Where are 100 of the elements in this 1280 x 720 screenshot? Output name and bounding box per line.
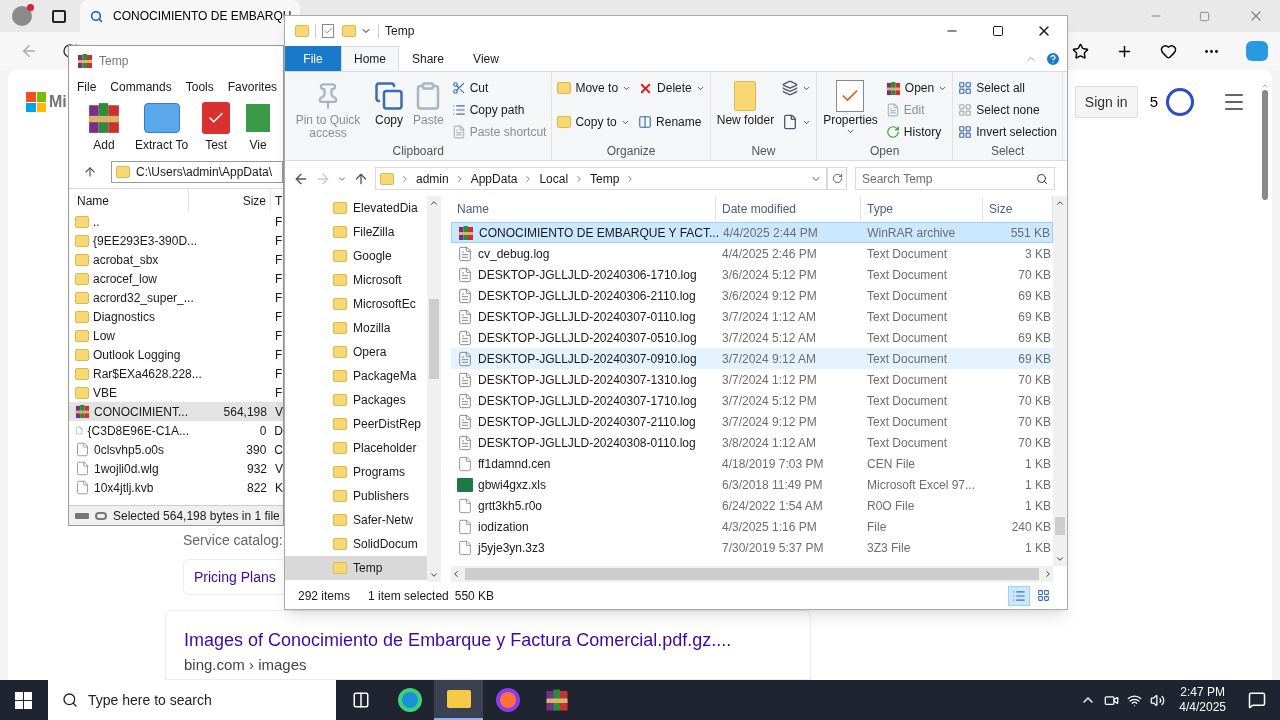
scrollbar-thumb[interactable] bbox=[1055, 517, 1065, 535]
volume-icon[interactable] bbox=[1150, 692, 1166, 708]
archive-row[interactable]: Outlook Logging F bbox=[69, 345, 283, 364]
clock[interactable]: 2:47 PM 4/4/2025 bbox=[1175, 685, 1230, 715]
archive-row[interactable]: 0clsvhp5.o0s 390 C bbox=[69, 440, 283, 459]
archive-row[interactable]: .. F bbox=[69, 212, 283, 231]
file-explorer-button[interactable] bbox=[434, 680, 483, 720]
toolbar-button[interactable]: Vie bbox=[244, 100, 273, 154]
file-row[interactable]: DESKTOP-JGLLJLD-20240307-2110.log 3/7/2024 9:12 PM Text Document 70 KB bbox=[451, 411, 1053, 432]
scroll-up-icon[interactable] bbox=[429, 198, 439, 208]
ribbon-tab[interactable]: Home bbox=[341, 46, 399, 71]
ribbon-button[interactable]: Select none bbox=[956, 100, 1059, 120]
breadcrumb-item[interactable]: Temp bbox=[590, 169, 620, 188]
ribbon-button[interactable]: Rename bbox=[636, 112, 707, 132]
ribbon-button[interactable]: Properties bbox=[820, 76, 881, 136]
nav-item[interactable]: Google bbox=[285, 244, 427, 268]
nav-item[interactable]: Temp bbox=[285, 556, 427, 580]
file-row[interactable]: DESKTOP-JGLLJLD-20240307-1310.log 3/7/2024 1:12 PM Text Document 70 KB bbox=[451, 369, 1053, 390]
file-row[interactable]: cv_debug.log 4/4/2025 2:46 PM Text Document 3 KB bbox=[451, 243, 1053, 264]
ribbon-button[interactable]: Select all bbox=[956, 78, 1059, 98]
ribbon-button[interactable]: Cut bbox=[449, 78, 549, 98]
menu-item[interactable]: Commands bbox=[110, 78, 172, 96]
file-row[interactable]: DESKTOP-JGLLJLD-20240308-0110.log 3/8/2024 1:12 AM Text Document 70 KB bbox=[451, 432, 1053, 453]
nav-item[interactable]: ElevatedDia bbox=[285, 196, 427, 220]
scrollbar[interactable] bbox=[1053, 196, 1067, 566]
nav-item[interactable]: Placeholder bbox=[285, 436, 427, 460]
nav-item[interactable]: FileZilla bbox=[285, 220, 427, 244]
ribbon-button[interactable]: Open bbox=[883, 78, 950, 98]
ribbon-button[interactable]: Invert selection bbox=[956, 122, 1059, 142]
file-row[interactable]: DESKTOP-JGLLJLD-20240307-0110.log 3/7/2024 1:12 AM Text Document 69 KB bbox=[451, 306, 1053, 327]
ribbon-button[interactable]: Copy bbox=[371, 76, 407, 127]
scroll-down-icon[interactable] bbox=[1055, 554, 1065, 564]
file-row[interactable]: grtt3kh5.r0o 6/24/2022 1:54 AM R0O File 1 KB bbox=[451, 495, 1053, 516]
file-row[interactable]: CONOCIMIENTO DE EMBARQUE Y FACT... 4/4/2025 2:44 PM WinRAR archive 551 KB bbox=[451, 222, 1053, 243]
archive-row[interactable]: Low F bbox=[69, 326, 283, 345]
scrollbar[interactable] bbox=[427, 196, 441, 582]
nav-item[interactable]: Packages bbox=[285, 388, 427, 412]
ribbon-button[interactable]: New folder bbox=[713, 76, 778, 127]
result-link[interactable]: Images of Conocimiento de Embarque y Factura Comercial.pdf.gz.... bbox=[184, 627, 810, 654]
archive-row[interactable]: 10x4jtlj.kvb 822 K bbox=[69, 478, 283, 497]
file-row[interactable]: iodization 4/3/2025 1:16 PM File 240 KB bbox=[451, 516, 1053, 537]
column-header[interactable]: T bbox=[271, 189, 283, 212]
column-header[interactable]: Name bbox=[69, 189, 189, 212]
menu-item[interactable]: Tools bbox=[185, 78, 214, 96]
properties-icon[interactable] bbox=[322, 24, 334, 38]
nav-item[interactable]: MicrosoftEc bbox=[285, 292, 427, 316]
file-row[interactable]: ff1damnd.cen 4/18/2019 7:03 PM CEN File 1 KB bbox=[451, 453, 1053, 474]
notification-icon[interactable] bbox=[1248, 691, 1266, 709]
breadcrumb-item[interactable]: Local bbox=[539, 169, 569, 188]
column-header[interactable]: Size bbox=[189, 189, 271, 212]
nav-item[interactable]: Mozilla bbox=[285, 316, 427, 340]
archive-row[interactable]: CONOCIMIENT... 564,198 V bbox=[69, 402, 283, 421]
nav-item[interactable]: Safer-Netw bbox=[285, 508, 427, 532]
network-icon[interactable] bbox=[1127, 692, 1143, 708]
ribbon-button[interactable]: Delete bbox=[636, 78, 707, 98]
scroll-left-icon[interactable] bbox=[451, 569, 461, 579]
archive-row[interactable]: VBE F bbox=[69, 383, 283, 402]
nav-item[interactable]: SolidDocum bbox=[285, 532, 427, 556]
file-row[interactable]: DESKTOP-JGLLJLD-20240307-0510.log 3/7/2024 5:12 AM Text Document 69 KB bbox=[451, 327, 1053, 348]
file-row[interactable]: j5yje3yn.3z3 7/30/2019 5:37 PM 3Z3 File 1 KB bbox=[451, 537, 1053, 558]
scrollbar-thumb[interactable] bbox=[429, 299, 439, 379]
ribbon-button[interactable]: Copy to bbox=[555, 112, 634, 132]
breadcrumb-item[interactable]: admin bbox=[416, 169, 449, 188]
menu-item[interactable]: Favorites bbox=[227, 78, 278, 96]
horizontal-scrollbar[interactable] bbox=[451, 566, 1053, 582]
search-field[interactable]: Search Temp bbox=[855, 167, 1055, 190]
file-row[interactable]: DESKTOP-JGLLJLD-20240306-1710.log 3/6/2024 5:12 PM Text Document 70 KB bbox=[451, 264, 1053, 285]
windows-start-icon[interactable] bbox=[15, 691, 32, 709]
archive-row[interactable]: acrobat_sbx F bbox=[69, 250, 283, 269]
nav-item[interactable]: Microsoft bbox=[285, 268, 427, 292]
scrollbar-thumb[interactable] bbox=[1262, 90, 1268, 200]
archive-row[interactable]: Rar$EXa4628.228... F bbox=[69, 364, 283, 383]
archive-row[interactable]: {9EE293E3-390D... F bbox=[69, 231, 283, 250]
archive-row[interactable]: {C3D8E96E-C1A... 0 D bbox=[69, 421, 283, 440]
ribbon-button[interactable]: Copy path bbox=[449, 100, 549, 120]
path-field[interactable]: C:\Users\admin\AppData\ bbox=[111, 161, 283, 183]
nav-item[interactable]: PackageMa bbox=[285, 364, 427, 388]
scroll-down-icon[interactable] bbox=[429, 570, 439, 580]
archive-row[interactable]: 1wojli0d.wlg 932 V bbox=[69, 459, 283, 478]
taskbar-search-field[interactable]: Type here to search bbox=[48, 680, 336, 720]
refresh-button[interactable] bbox=[827, 167, 847, 190]
tab-actions-icon[interactable] bbox=[52, 9, 66, 23]
archive-row[interactable]: Diagnostics F bbox=[69, 307, 283, 326]
assistant-icon[interactable] bbox=[1246, 41, 1268, 61]
file-row[interactable]: DESKTOP-JGLLJLD-20240307-0910.log 3/7/2024 9:12 AM Text Document 69 KB bbox=[451, 348, 1053, 369]
scroll-right-icon[interactable] bbox=[1043, 569, 1053, 579]
nav-item[interactable]: PeerDistRep bbox=[285, 412, 427, 436]
ribbon-tab[interactable]: View bbox=[457, 46, 515, 71]
breadcrumb-item[interactable]: AppData bbox=[470, 169, 518, 188]
nav-item[interactable]: Programs bbox=[285, 460, 427, 484]
reward-icon[interactable] bbox=[1166, 88, 1194, 116]
profile-icon[interactable] bbox=[12, 6, 32, 26]
toolbar-button[interactable]: Test bbox=[202, 100, 231, 154]
ribbon-button[interactable]: Move to bbox=[555, 78, 634, 98]
ribbon-button[interactable]: History bbox=[883, 122, 950, 142]
file-row[interactable]: gbwi4gxz.xls 6/3/2018 11:49 PM Microsoft Excel 97... 1 KB bbox=[451, 474, 1053, 495]
file-row[interactable]: DESKTOP-JGLLJLD-20240307-1710.log 3/7/2024 5:12 PM Text Document 70 KB bbox=[451, 390, 1053, 411]
ribbon-tab[interactable]: Share bbox=[399, 46, 457, 71]
archive-row[interactable]: acrord32_super_... F bbox=[69, 288, 283, 307]
toolbar-button[interactable]: Add bbox=[87, 100, 121, 154]
